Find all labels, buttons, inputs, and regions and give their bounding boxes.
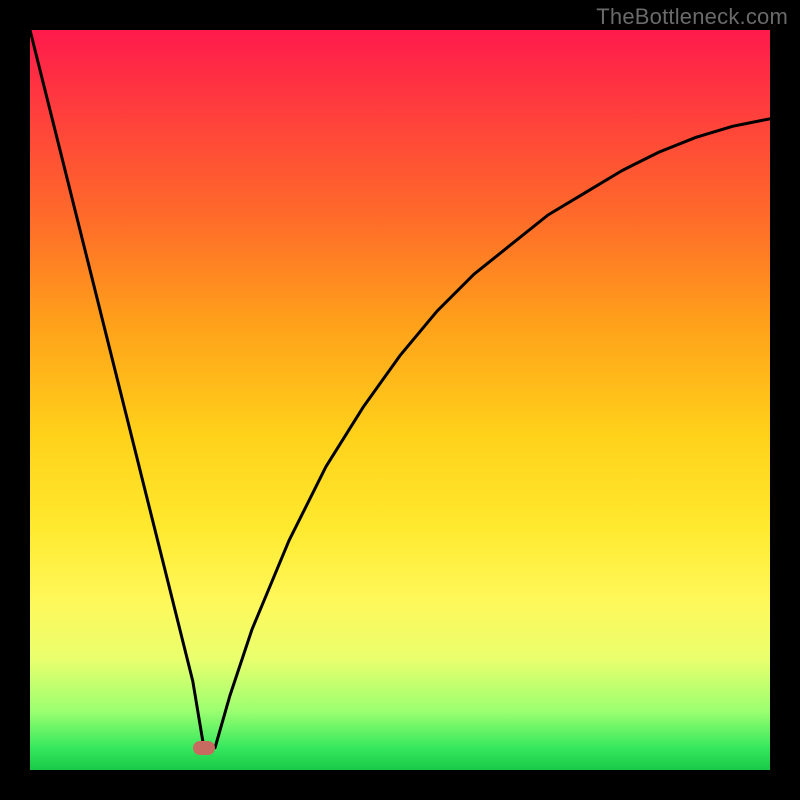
watermark-text: TheBottleneck.com [596,4,788,30]
curve-path [30,30,770,748]
optimal-marker [193,741,215,755]
bottleneck-curve [30,30,770,770]
chart-frame: TheBottleneck.com [0,0,800,800]
chart-plot-area [30,30,770,770]
